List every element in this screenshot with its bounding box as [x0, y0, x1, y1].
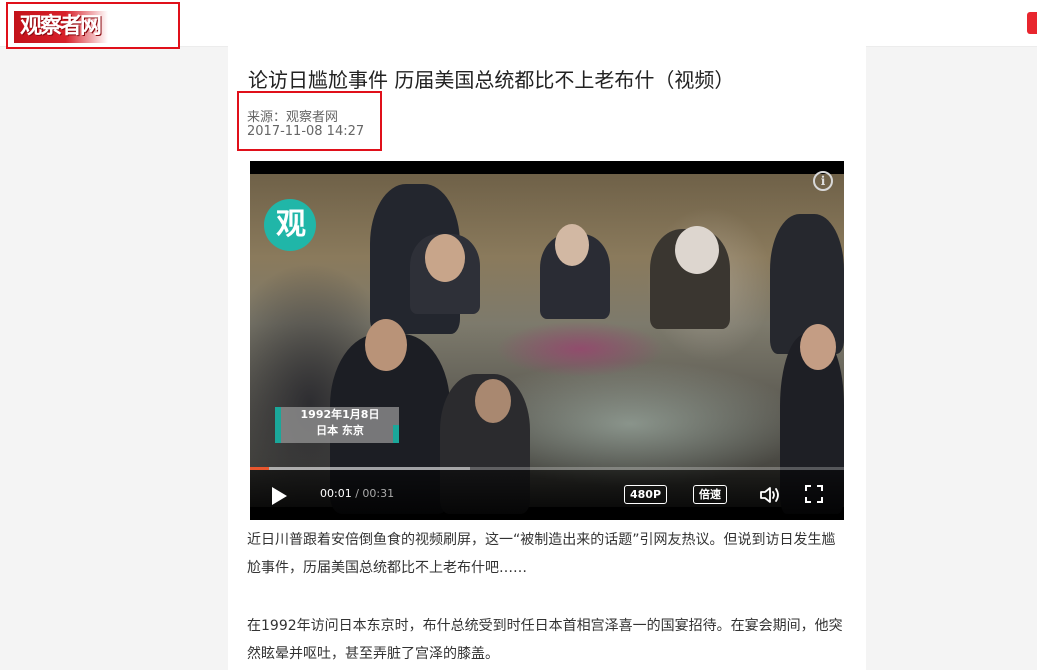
time-display: 00:01 / 00:31 — [320, 487, 394, 500]
current-time: 00:01 — [320, 487, 352, 500]
caption-place: 日本 东京 — [316, 424, 364, 437]
player-controls: 00:01 / 00:31 480P 倍速 — [250, 470, 844, 520]
article-title: 论访日尴尬事件 历届美国总统都比不上老布什（视频） — [248, 68, 735, 92]
channel-watermark: 观 — [264, 199, 316, 251]
video-head — [425, 234, 465, 282]
article-source: 来源：观察者网 — [247, 110, 339, 125]
video-head — [800, 324, 836, 370]
top-right-button[interactable] — [1027, 12, 1037, 34]
speed-button[interactable]: 倍速 — [693, 485, 727, 504]
video-head — [675, 226, 719, 274]
video-player[interactable]: 观 1992年1月8日 日本 东京 i 00:01 / 00:31 480P 倍… — [250, 161, 844, 520]
article-card: 论访日尴尬事件 历届美国总统都比不上老布什（视频） 来源：观察者网 2017-1… — [228, 46, 866, 670]
article-datetime: 2017-11-08 14:27 — [247, 124, 365, 139]
fullscreen-icon[interactable] — [805, 485, 823, 503]
logo-highlight-box: 观察者网 — [6, 2, 180, 49]
caption-accent — [393, 425, 399, 443]
volume-icon[interactable] — [759, 485, 783, 505]
caption-date: 1992年1月8日 — [300, 408, 380, 421]
site-logo[interactable]: 观察者网 — [14, 11, 109, 43]
duration: / 00:31 — [355, 487, 395, 500]
video-caption: 1992年1月8日 日本 东京 — [275, 407, 399, 443]
video-head — [555, 224, 589, 266]
play-icon[interactable] — [272, 487, 287, 505]
article-paragraph: 在1992年访问日本东京时，布什总统受到时任日本首相宫泽喜一的国宴招待。在宴会期… — [247, 618, 843, 662]
video-frame[interactable]: 观 1992年1月8日 日本 东京 — [250, 174, 844, 514]
top-navigation-bar: 观察者网 — [0, 0, 1037, 49]
video-head — [365, 319, 407, 371]
article-paragraph: 近日川普跟着安倍倒鱼食的视频刷屏，这一“被制造出来的话题”引网友热议。但说到访日… — [247, 532, 836, 576]
resolution-button[interactable]: 480P — [624, 485, 668, 504]
video-head — [475, 379, 511, 423]
info-icon[interactable]: i — [813, 171, 833, 191]
